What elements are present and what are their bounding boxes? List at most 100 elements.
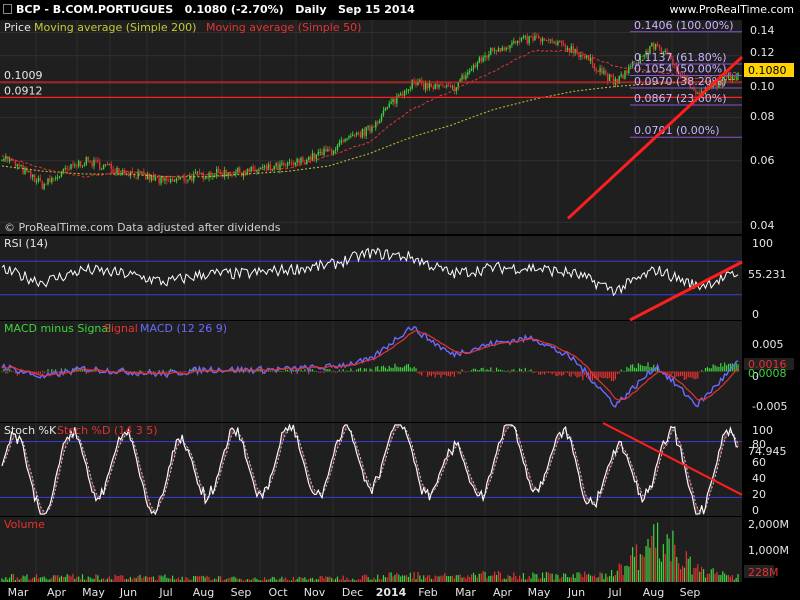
candle-body [77, 160, 80, 167]
volume-bar [735, 577, 737, 582]
candle-body [154, 177, 157, 181]
candle-body [311, 152, 314, 161]
candle-body [384, 108, 387, 111]
volume-bar [74, 578, 76, 582]
volume-bar [563, 573, 565, 582]
candle-body [444, 86, 446, 88]
macd-hist-bar [610, 371, 613, 381]
volume-bar [428, 575, 431, 582]
candle-body [296, 158, 298, 163]
macd-hist-bar [697, 371, 699, 379]
volume-bar [120, 575, 122, 582]
volume-bar [104, 579, 107, 582]
volume-bar [214, 578, 216, 582]
macd-hist-bar [388, 365, 390, 372]
volume-bar [363, 574, 365, 582]
volume-bar [145, 576, 147, 582]
candle-body [597, 70, 599, 72]
volume-bar [359, 579, 362, 582]
macd-hist-bar [702, 371, 705, 373]
volume-bar [725, 575, 728, 582]
macd-hist-bar [356, 369, 358, 372]
volume-bar [471, 574, 473, 582]
volume-bar [474, 575, 477, 582]
candle-body [476, 62, 479, 68]
macd-hist-bar [603, 371, 605, 379]
macd-hist-bar [354, 371, 356, 373]
volume-bar [430, 578, 432, 582]
candle-body [599, 68, 601, 72]
macd-hist-bar [164, 371, 166, 373]
macd-hist-bar [269, 371, 271, 372]
macd-hist-bar [557, 371, 559, 377]
volume-bar [534, 573, 536, 582]
macd-hist-bar [407, 364, 409, 372]
volume-bar [149, 576, 151, 582]
volume-bar [137, 575, 139, 582]
volume-bar [538, 578, 540, 582]
volume-bar [530, 578, 532, 582]
volume-bar [400, 576, 402, 582]
volume-bar [319, 575, 321, 582]
volume-bar [697, 564, 699, 582]
volume-bar [449, 576, 452, 582]
volume-bar [494, 571, 496, 582]
legend-macd-signal: Signal [104, 322, 138, 335]
candle-body [446, 85, 448, 87]
volume-bar [323, 578, 325, 582]
macd-hist-bar [685, 371, 687, 380]
macd-hist-bar [597, 371, 599, 380]
volume-bar [457, 574, 459, 582]
macd-hist-bar [541, 371, 544, 374]
legend-ma200: Moving average (Simple 200) [34, 21, 196, 34]
volume-bar [655, 547, 657, 582]
volume-bar [591, 576, 593, 582]
volume-bar [419, 575, 421, 582]
volume-bar [175, 578, 178, 582]
candle-body [536, 35, 538, 37]
volume-bar [47, 579, 49, 582]
candle-body [83, 164, 86, 166]
volume-bar [566, 577, 569, 582]
volume-bar [656, 522, 659, 582]
volume-bar [7, 579, 9, 582]
macd-hist-bar [561, 371, 563, 377]
candle-body [37, 177, 40, 182]
volume-bar [599, 572, 601, 582]
volume-bar [154, 579, 156, 582]
candle-body [472, 65, 475, 69]
macd-hist-bar [340, 371, 342, 373]
volume-bar [678, 563, 680, 582]
candle-body [534, 35, 536, 41]
candle-body [331, 149, 333, 154]
candle-body [51, 178, 53, 183]
candle-body [382, 110, 385, 116]
chart-canvas[interactable]: 0.10090.09120.1406 (100.00%)0.1137 (61.8… [0, 0, 800, 600]
volume-bar [731, 575, 733, 582]
candle-body [1, 160, 3, 162]
candle-body [33, 174, 36, 183]
volume-bar [265, 579, 268, 582]
macd-hist-bar [469, 371, 471, 373]
macd-hist-bar [152, 371, 155, 372]
macd-hist-bar [549, 371, 551, 373]
rsi-panel[interactable] [0, 236, 742, 320]
macd-hist-bar [672, 371, 674, 374]
volume-bar [593, 575, 595, 582]
volume-bar [409, 572, 411, 582]
candle-body [461, 75, 463, 80]
candle-body [344, 139, 346, 142]
volume-bar [371, 579, 373, 582]
x-axis-label: Mar [455, 586, 476, 599]
volume-bar [244, 580, 247, 582]
macd-hist-bar [459, 371, 461, 375]
volume-bar [545, 572, 547, 582]
volume-bar [275, 579, 277, 582]
volume-bar [607, 576, 609, 582]
volume-bar [108, 576, 110, 582]
price-panel[interactable] [0, 20, 742, 234]
candle-body [156, 177, 158, 179]
candle-body [595, 69, 597, 71]
candle-body [302, 157, 304, 163]
macd-hist-bar [43, 371, 45, 374]
